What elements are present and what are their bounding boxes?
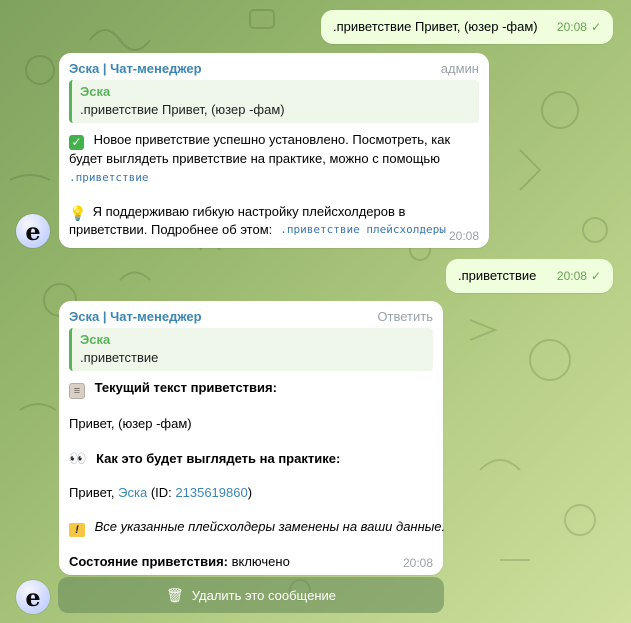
message-line: ≡ Текущий текст приветствия: [69,379,433,399]
chat-area: .приветствие Привет, (юзер -фам) 20:08 ✓… [0,0,631,623]
check-mark-icon: ✓ [69,135,84,150]
warning-icon: ! [69,523,85,537]
quote-sender: Эска [80,84,111,99]
outgoing-message[interactable]: .приветствие Привет, (юзер -фам) 20:08 ✓ [321,10,613,44]
eyes-icon: 👀 [69,450,87,466]
message-header: Эска | Чат-менеджер админ [69,61,479,76]
read-check-icon: ✓ [590,269,601,283]
message-header: Эска | Чат-менеджер Ответить [69,309,433,324]
message-line: ! Все указанные плейсхолдеры заменены на… [69,518,445,537]
delete-message-label: Удалить это сообщение [191,587,337,603]
outgoing-message[interactable]: .приветствие 20:08 ✓ [446,259,613,293]
trash-icon: 🗑 [165,586,184,603]
command-code[interactable]: .приветствие [69,171,148,184]
light-bulb-icon: 💡 [69,205,87,221]
quote-sender: Эска [80,332,111,347]
message-line: 💡 Я поддерживаю гибкую настройку плейсхо… [69,204,406,221]
incoming-message[interactable]: Эска | Чат-менеджер Ответить Эска .приве… [59,301,445,575]
delete-message-button[interactable]: 🗑 Удалить это сообщение [58,577,444,613]
message-line: будет выглядеть приветствие на практике,… [69,151,440,166]
message-meta: 20:08 ✓ [557,20,601,34]
message-line: 👀 Как это будет выглядеть на практике: [69,450,341,466]
note-icon: ≡ [69,383,85,399]
sender-name[interactable]: Эска | Чат-менеджер [69,309,202,324]
quote-text: .приветствие [80,350,159,365]
admin-role-label: админ [440,61,479,76]
reply-button[interactable]: Ответить [377,309,433,324]
message-line: приветствии. Подробнее об этом: .приветс… [69,221,446,239]
message-text: .приветствие Привет, (юзер -фам) [333,19,538,34]
message-line: ✓ Новое приветствие успешно установлено.… [69,131,479,150]
message-text: .приветствие [458,268,537,283]
message-time: 20:08 [556,20,587,34]
reply-quote[interactable]: Эска .приветствие [69,328,433,371]
read-check-icon: ✓ [590,20,601,34]
message-line: Привет, Эска (ID: 2135619860) [69,485,253,500]
quote-text: .приветствие Привет, (юзер -фам) [80,102,285,117]
message-time: 20:08 [402,556,433,570]
bot-avatar[interactable]: e [16,214,50,248]
message-line: .приветствие [69,168,479,187]
user-id-link[interactable]: 2135619860 [175,485,247,500]
message-meta: 20:08 ✓ [557,269,601,283]
sender-name[interactable]: Эска | Чат-менеджер [69,61,202,76]
command-code[interactable]: .приветствие плейсхолдеры [280,221,446,239]
incoming-message[interactable]: Эска | Чат-менеджер админ Эска .приветст… [59,53,489,248]
message-time: 20:08 [556,269,587,283]
bot-avatar[interactable]: e [16,580,50,614]
message-time: 20:08 [448,229,479,243]
message-line: Состояние приветствия: включено [69,554,290,569]
message-line: Привет, (юзер -фам) [69,416,192,431]
reply-quote[interactable]: Эска .приветствие Привет, (юзер -фам) [69,80,479,123]
user-link[interactable]: Эска [118,485,147,500]
